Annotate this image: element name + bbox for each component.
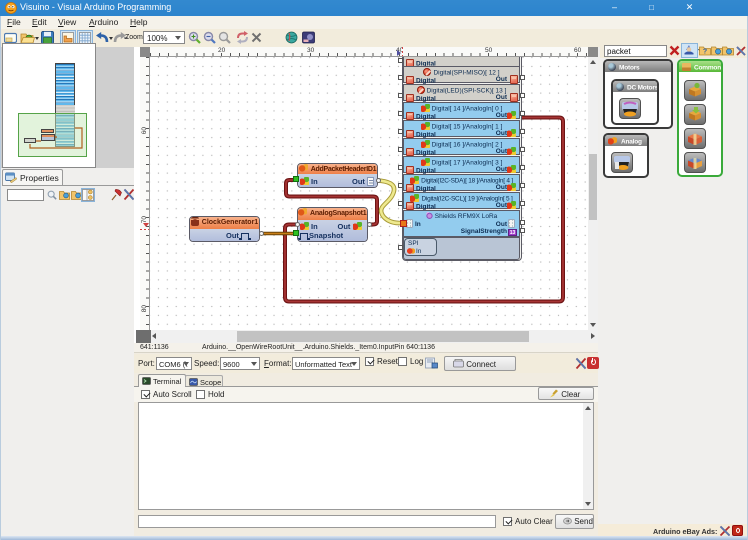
svg-text:?: ?: [703, 49, 707, 56]
